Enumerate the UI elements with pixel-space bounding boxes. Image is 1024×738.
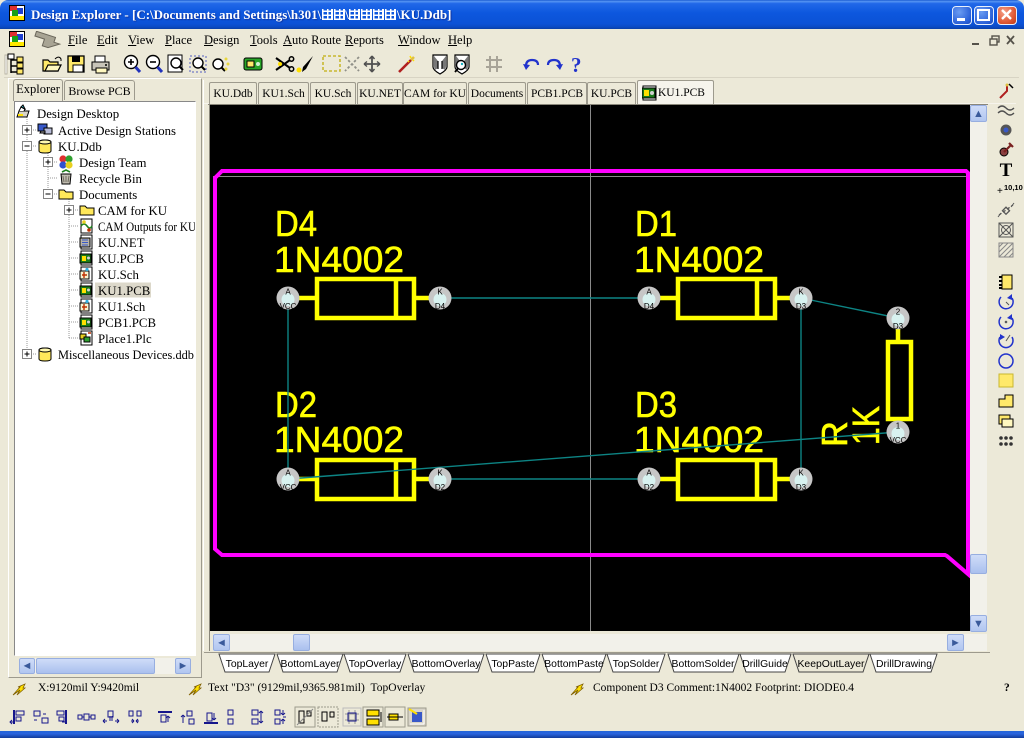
svg-text:Recycle Bin: Recycle Bin bbox=[79, 172, 142, 186]
svg-text:CAM for KU: CAM for KU bbox=[98, 204, 167, 218]
svg-text:BottomSolder: BottomSolder bbox=[672, 659, 735, 670]
svg-text:Documents: Documents bbox=[79, 188, 137, 202]
svg-text:KU.PCB: KU.PCB bbox=[98, 252, 144, 266]
svg-text:KeepOutLayer: KeepOutLayer bbox=[797, 659, 865, 670]
svg-text:KU.NET: KU.NET bbox=[98, 236, 145, 250]
svg-text:KU1.PCB: KU1.PCB bbox=[98, 284, 150, 298]
svg-text:1N4002: 1N4002 bbox=[274, 239, 404, 280]
svg-text:K: K bbox=[437, 288, 443, 297]
svg-text:D2: D2 bbox=[644, 483, 655, 492]
svg-text:TopSolder: TopSolder bbox=[613, 659, 660, 670]
svg-text:A: A bbox=[646, 469, 652, 478]
svg-text:D4: D4 bbox=[275, 203, 317, 244]
svg-text:1N4002: 1N4002 bbox=[274, 419, 404, 460]
svg-text:DrillDrawing: DrillDrawing bbox=[876, 659, 932, 670]
svg-text:KU.Sch: KU.Sch bbox=[98, 268, 139, 282]
svg-text:D3: D3 bbox=[893, 322, 904, 331]
svg-text:CAM Outputs for KU: CAM Outputs for KU bbox=[98, 220, 195, 234]
svg-text:2: 2 bbox=[896, 308, 901, 317]
svg-text:K: K bbox=[437, 469, 443, 478]
svg-text:VCC: VCC bbox=[280, 483, 297, 492]
svg-text:1: 1 bbox=[896, 422, 901, 431]
svg-text:Design Desktop: Design Desktop bbox=[37, 107, 119, 121]
svg-text:Miscellaneous Devices.ddb: Miscellaneous Devices.ddb bbox=[58, 348, 194, 362]
svg-text:TopLayer: TopLayer bbox=[226, 659, 269, 670]
svg-text:A: A bbox=[285, 469, 291, 478]
svg-text:10,10: 10,10 bbox=[1004, 183, 1023, 192]
svg-text:KU.Ddb: KU.Ddb bbox=[58, 140, 102, 154]
svg-text:KU1.Sch: KU1.Sch bbox=[98, 300, 146, 314]
svg-text:Design Team: Design Team bbox=[79, 156, 147, 170]
svg-text:D3: D3 bbox=[796, 483, 807, 492]
svg-text:1K: 1K bbox=[846, 406, 888, 445]
svg-text:Active Design Stations: Active Design Stations bbox=[58, 124, 176, 138]
svg-text:1N4002: 1N4002 bbox=[634, 419, 764, 460]
svg-text:VCC: VCC bbox=[890, 436, 907, 445]
svg-text:K: K bbox=[798, 469, 804, 478]
svg-text:D4: D4 bbox=[435, 302, 446, 311]
svg-text:?: ? bbox=[571, 53, 582, 77]
svg-text:+: + bbox=[997, 186, 1003, 197]
svg-text:PCB1.PCB: PCB1.PCB bbox=[98, 316, 156, 330]
svg-text:D1: D1 bbox=[635, 203, 677, 244]
svg-text:D2: D2 bbox=[435, 483, 446, 492]
svg-text:A: A bbox=[285, 288, 291, 297]
svg-text:BottomLayer: BottomLayer bbox=[281, 659, 340, 670]
svg-text:Place1.Plc: Place1.Plc bbox=[98, 332, 152, 346]
svg-text:T: T bbox=[1000, 160, 1013, 181]
svg-text:K: K bbox=[798, 288, 804, 297]
svg-text:TopPaste: TopPaste bbox=[491, 659, 535, 670]
svg-text:D3: D3 bbox=[796, 302, 807, 311]
svg-text:BottomOverlay: BottomOverlay bbox=[412, 659, 482, 670]
svg-text:DrillGuide: DrillGuide bbox=[742, 659, 788, 670]
svg-text:D4: D4 bbox=[644, 302, 655, 311]
svg-text:A: A bbox=[646, 288, 652, 297]
svg-text:VCC: VCC bbox=[280, 302, 297, 311]
svg-text:BottomPaste: BottomPaste bbox=[544, 659, 604, 670]
svg-text:1N4002: 1N4002 bbox=[634, 239, 764, 280]
svg-text:TopOverlay: TopOverlay bbox=[349, 659, 402, 670]
